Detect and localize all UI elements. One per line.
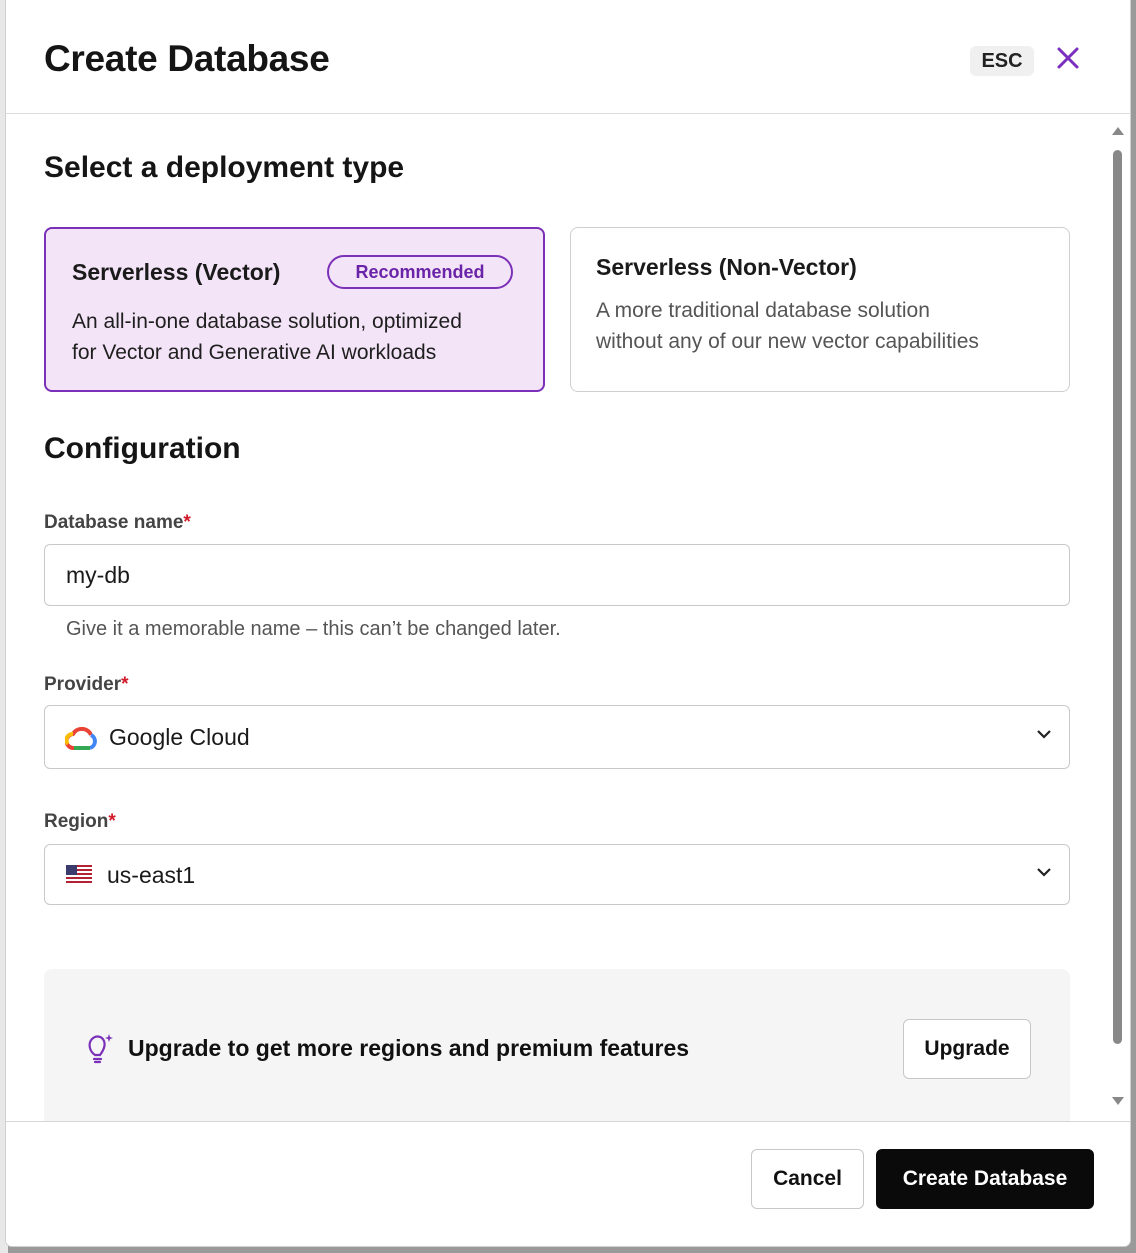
db-name-input[interactable]: my-db bbox=[44, 544, 1070, 606]
deployment-option-non-vector[interactable]: Serverless (Non-Vector) A more tradition… bbox=[570, 227, 1070, 392]
deployment-option-vector[interactable]: Serverless (Vector) Recommended An all-i… bbox=[44, 227, 545, 392]
modal-title: Create Database bbox=[44, 38, 330, 79]
option-desc-line: An all-in-one database solution, optimiz… bbox=[72, 310, 462, 333]
us-flag-icon bbox=[66, 865, 92, 883]
option-title: Serverless (Non-Vector) bbox=[596, 254, 857, 280]
create-database-modal: Create Database ESC Select a deployment … bbox=[6, 0, 1130, 1246]
configuration-heading: Configuration bbox=[44, 432, 241, 465]
provider-select[interactable]: Google Cloud bbox=[44, 705, 1070, 769]
chevron-down-icon bbox=[1037, 867, 1051, 877]
lightbulb-sparkle-icon bbox=[88, 1034, 113, 1064]
upgrade-banner: Upgrade to get more regions and premium … bbox=[44, 969, 1070, 1121]
scroll-up-icon[interactable] bbox=[1111, 126, 1125, 136]
required-mark: * bbox=[108, 811, 116, 832]
scroll-thumb[interactable] bbox=[1113, 150, 1122, 1044]
deployment-heading: Select a deployment type bbox=[44, 151, 405, 184]
close-x-glyph bbox=[1057, 47, 1079, 69]
provider-label: Provider* bbox=[44, 674, 129, 696]
modal-footer: Cancel Create Database bbox=[6, 1121, 1130, 1246]
region-value: us-east1 bbox=[107, 862, 196, 888]
option-desc-line: without any of our new vector capabiliti… bbox=[596, 330, 979, 353]
option-desc-line: for Vector and Generative AI workloads bbox=[72, 341, 437, 364]
option-description: An all-in-one database solution, optimiz… bbox=[72, 306, 462, 368]
label-text: Provider bbox=[44, 674, 122, 695]
option-desc-line: A more traditional database solution bbox=[596, 299, 930, 322]
scroll-down-icon[interactable] bbox=[1111, 1096, 1125, 1106]
recommended-badge: Recommended bbox=[327, 255, 513, 289]
create-database-button[interactable]: Create Database bbox=[876, 1149, 1094, 1209]
region-select[interactable]: us-east1 bbox=[44, 844, 1070, 905]
upgrade-text: Upgrade to get more regions and premium … bbox=[128, 1035, 690, 1061]
label-text: Database name bbox=[44, 512, 184, 533]
label-text: Region bbox=[44, 811, 109, 832]
google-cloud-icon bbox=[65, 726, 97, 750]
modal-body[interactable]: Select a deployment type Serverless (Vec… bbox=[6, 114, 1130, 1121]
modal-header: Create Database ESC bbox=[6, 0, 1130, 114]
upgrade-button[interactable]: Upgrade bbox=[903, 1019, 1031, 1079]
cancel-button[interactable]: Cancel bbox=[751, 1149, 864, 1209]
required-mark: * bbox=[183, 512, 191, 533]
required-mark: * bbox=[121, 674, 129, 695]
option-description: A more traditional database solution wit… bbox=[596, 295, 979, 357]
provider-value: Google Cloud bbox=[109, 724, 250, 750]
esc-hint: ESC bbox=[970, 46, 1034, 76]
close-icon[interactable] bbox=[1054, 44, 1082, 74]
region-label: Region* bbox=[44, 811, 116, 833]
scrollbar[interactable] bbox=[1110, 122, 1126, 1112]
option-title: Serverless (Vector) bbox=[72, 259, 281, 285]
db-name-value: my-db bbox=[66, 562, 130, 588]
chevron-down-icon bbox=[1037, 730, 1051, 739]
db-name-label: Database name* bbox=[44, 512, 191, 534]
db-name-hint: Give it a memorable name – this can’t be… bbox=[66, 618, 561, 640]
